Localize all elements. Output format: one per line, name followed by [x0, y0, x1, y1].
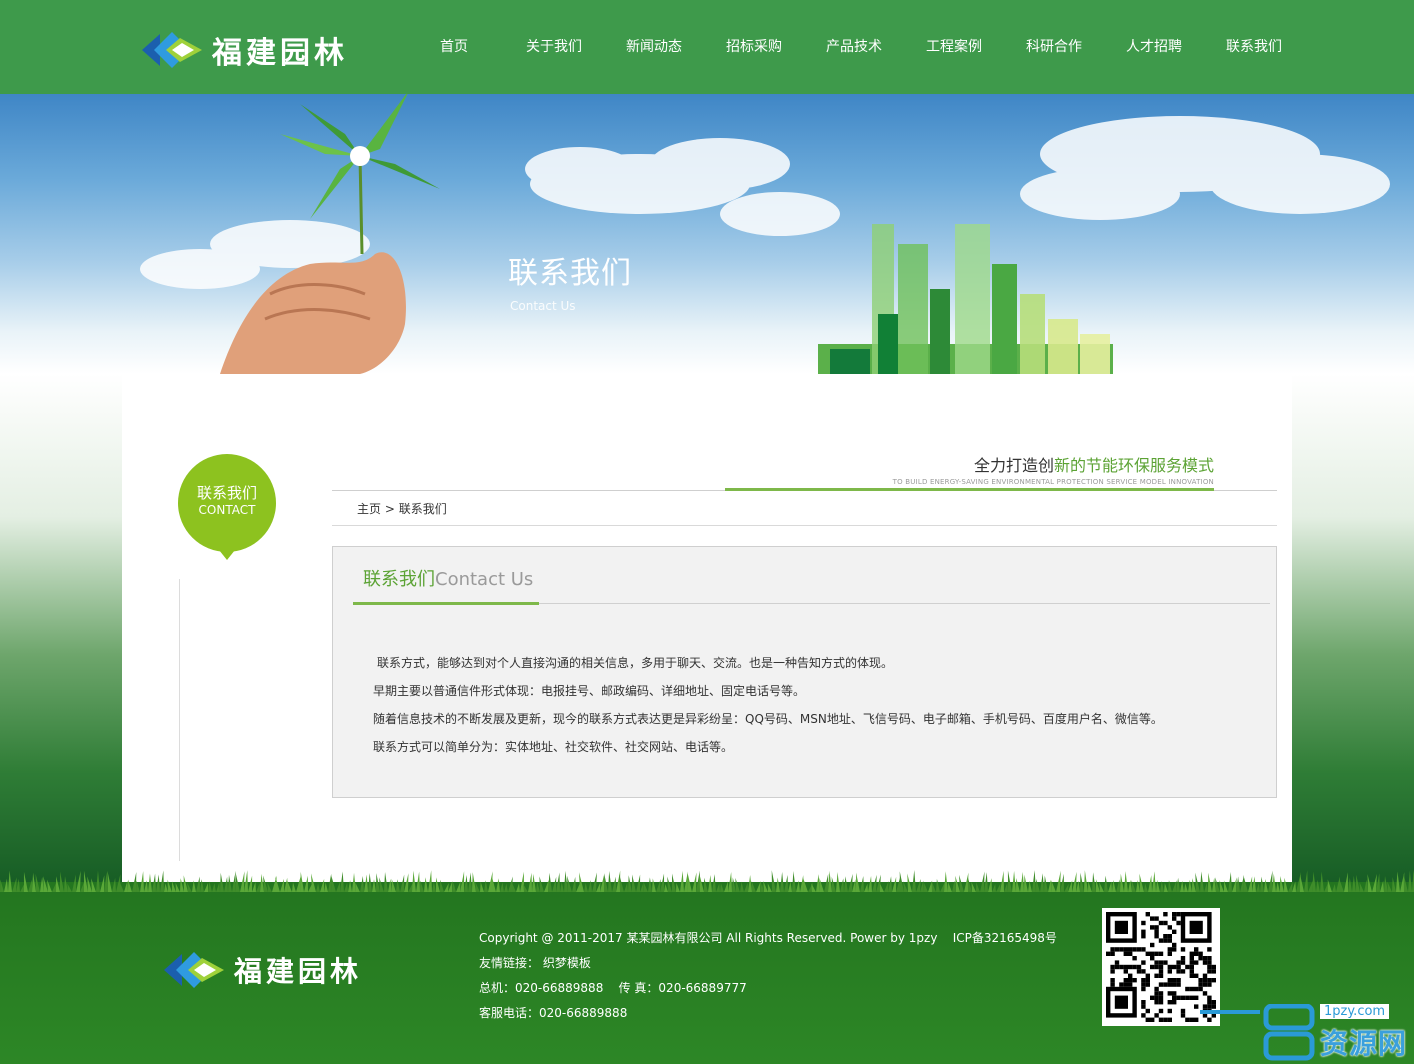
footer-info: Copyright @ 2011-2017 某某园林有限公司 All Right… [479, 926, 1057, 1026]
slogan-divider-accent [725, 488, 1214, 491]
breadcrumb-separator: > [384, 502, 395, 516]
icp-number[interactable]: ICP备32165498号 [953, 931, 1057, 945]
friend-links-label: 友情链接： [479, 956, 540, 970]
panel-body: 联系方式，能够达到对个人直接沟通的相关信息，多用于聊天、交流。也是一种告知方式的… [373, 649, 1253, 761]
site-logo[interactable]: 福建园林 [140, 28, 348, 72]
footer-friend-links: 友情链接： 织梦模板 [479, 951, 1057, 976]
main-nav: 首页 关于我们 新闻动态 招标采购 产品技术 工程案例 科研合作 人才招聘 联系… [404, 0, 1304, 94]
city-illustration [818, 224, 1113, 374]
phone-label: 总机： [479, 981, 516, 995]
sidebar-section-badge: 联系我们 CONTACT [178, 454, 276, 560]
slogan-text: 全力打造创新的节能环保服务模式 [893, 452, 1214, 476]
watermark-url: 1pzy.com [1320, 1004, 1390, 1019]
contact-panel: 联系我们Contact Us 联系方式，能够达到对个人直接沟通的相关信息，多用于… [332, 546, 1277, 798]
panel-title-en: Contact Us [435, 569, 534, 590]
nav-tender[interactable]: 招标采购 [704, 0, 804, 94]
sidebar-divider [179, 579, 180, 861]
slogan-highlight: 新的节能环保服务模式 [1053, 456, 1214, 475]
copyright-text: Copyright @ 2011-2017 某某园林有限公司 All Right… [479, 931, 938, 945]
watermark-logo-icon [1200, 1003, 1315, 1061]
paragraph: 联系方式，能够达到对个人直接沟通的相关信息，多用于聊天、交流。也是一种告知方式的… [377, 656, 894, 670]
banner-illustration [140, 94, 1390, 374]
nav-contact[interactable]: 联系我们 [1204, 0, 1304, 94]
nav-news[interactable]: 新闻动态 [604, 0, 704, 94]
slogan-english: TO BUILD ENERGY-SAVING ENVIRONMENTAL PRO… [892, 478, 1214, 486]
watermark: 1pzy.com 资源网 [1200, 1003, 1414, 1064]
sidebar-title-en: CONTACT [198, 503, 256, 517]
footer-phone-line: 总机：020-66889888 传 真：020-66889777 [479, 976, 1057, 1001]
panel-title: 联系我们Contact Us [363, 565, 533, 591]
paragraph: 早期主要以普通信件形式体现：电报挂号、邮政编码、详细地址、固定电话号等。 [373, 684, 806, 698]
service-number: 020-66889888 [539, 1006, 628, 1020]
paragraph: 联系方式可以简单分为：实体地址、社交软件、社交网站、电话等。 [373, 740, 734, 754]
logo-icon [142, 32, 202, 68]
paragraph: 随着信息技术的不断发展及更新，现今的联系方式表达更是异彩纷呈：QQ号码、MSN地… [373, 712, 1163, 726]
footer-copyright-line: Copyright @ 2011-2017 某某园林有限公司 All Right… [479, 926, 1057, 951]
site-header: 福建园林 首页 关于我们 新闻动态 招标采购 产品技术 工程案例 科研合作 人才… [0, 0, 1414, 94]
logo-icon [164, 952, 224, 988]
nav-jobs[interactable]: 人才招聘 [1104, 0, 1204, 94]
fax-number: 020-66889777 [658, 981, 747, 995]
footer-service-line: 客服电话：020-66889888 [479, 1001, 1057, 1026]
nav-research[interactable]: 科研合作 [1004, 0, 1104, 94]
phone-number: 020-66889888 [515, 981, 604, 995]
friend-link[interactable]: 织梦模板 [543, 956, 591, 970]
grass-border [0, 870, 1414, 892]
nav-about[interactable]: 关于我们 [504, 0, 604, 94]
breadcrumb-current[interactable]: 联系我们 [399, 502, 447, 516]
panel-title-cn: 联系我们 [363, 569, 435, 590]
breadcrumb-home[interactable]: 主页 [357, 502, 381, 516]
site-name: 福建园林 [212, 36, 348, 71]
watermark-text: 资源网 [1320, 1027, 1408, 1060]
banner-title: 联系我们 [508, 256, 632, 291]
fax-label: 传 真： [618, 981, 659, 995]
nav-home[interactable]: 首页 [404, 0, 504, 94]
breadcrumb: 主页 > 联系我们 [357, 500, 447, 517]
nav-cases[interactable]: 工程案例 [904, 0, 1004, 94]
banner-subtitle: Contact Us [510, 299, 576, 313]
page-banner: 联系我们 Contact Us [0, 94, 1414, 374]
sidebar-title-cn: 联系我们 [196, 484, 257, 502]
panel-divider-accent [353, 602, 539, 605]
content-area: 联系我们 CONTACT 全力打造创新的节能环保服务模式 TO BUILD EN… [122, 374, 1292, 884]
slogan: 全力打造创新的节能环保服务模式 TO BUILD ENERGY-SAVING E… [893, 452, 1214, 486]
slogan-prefix: 全力打造创 [973, 456, 1054, 475]
service-label: 客服电话： [479, 1006, 540, 1020]
footer-site-name: 福建园林 [234, 955, 363, 988]
footer-logo[interactable]: 福建园林 [162, 948, 362, 992]
site-footer: 福建园林 Copyright @ 2011-2017 某某园林有限公司 All … [0, 882, 1414, 1064]
nav-products[interactable]: 产品技术 [804, 0, 904, 94]
breadcrumb-divider [332, 525, 1277, 526]
